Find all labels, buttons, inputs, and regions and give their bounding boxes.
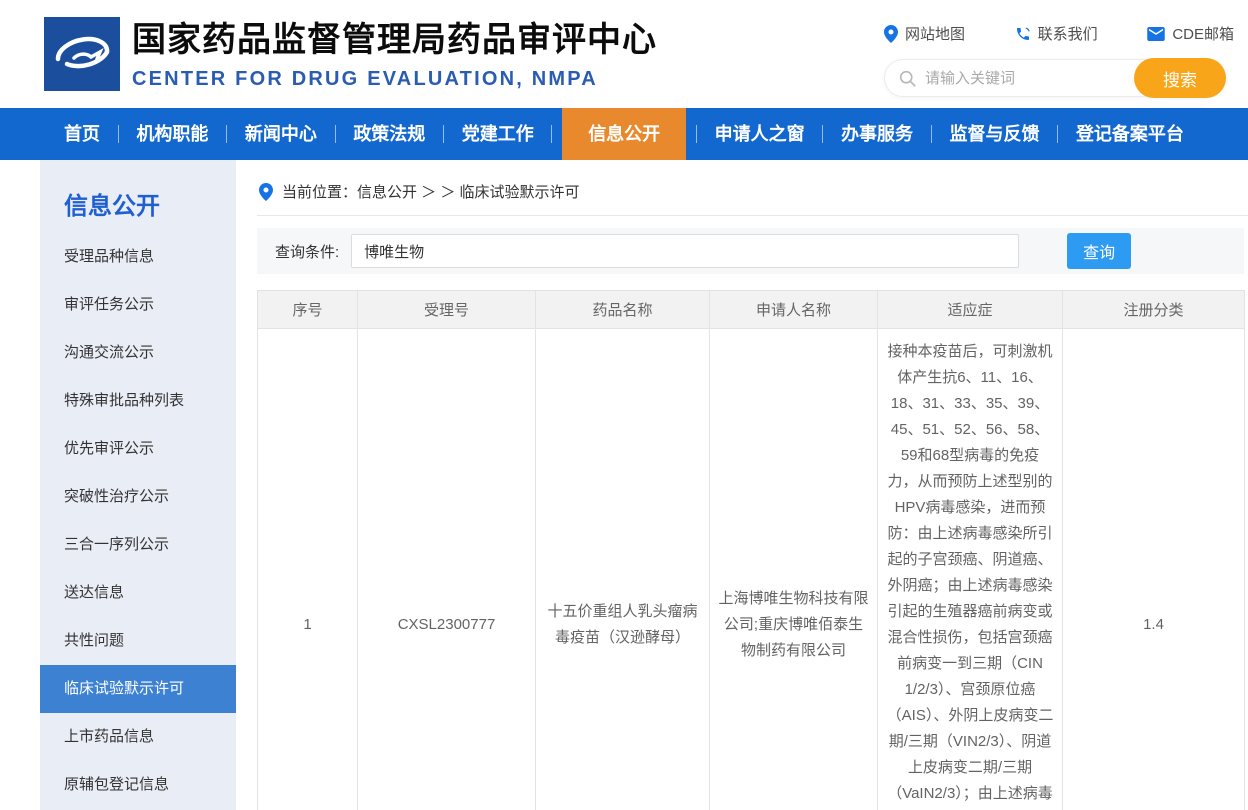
nav-item-policies[interactable]: 政策法规 bbox=[345, 108, 433, 160]
sidebar-item-accepted-varieties[interactable]: 受理品种信息 bbox=[40, 233, 236, 281]
cde-logo bbox=[44, 17, 120, 91]
mailbox-link[interactable]: CDE邮箱 bbox=[1147, 23, 1234, 44]
col-header-registration-class: 注册分类 bbox=[1063, 291, 1245, 329]
nav-divider bbox=[931, 125, 932, 143]
col-header-indication: 适应症 bbox=[878, 291, 1063, 329]
nav-divider bbox=[1057, 125, 1058, 143]
results-table: 序号 受理号 药品名称 申请人名称 适应症 注册分类 1 CXSL2300777… bbox=[257, 290, 1245, 810]
sidebar-item-marketed-drugs[interactable]: 上市药品信息 bbox=[40, 713, 236, 761]
sidebar-title: 信息公开 bbox=[40, 160, 236, 233]
table-row: 1 CXSL2300777 十五价重组人乳头瘤病毒疫苗（汉逊酵母） 上海博唯生物… bbox=[258, 329, 1245, 810]
sidebar-item-priority-review[interactable]: 优先审评公示 bbox=[40, 425, 236, 473]
cell-acceptance-no: CXSL2300777 bbox=[358, 329, 536, 810]
query-bar: 查询条件: 查询 bbox=[257, 228, 1244, 274]
col-header-applicant: 申请人名称 bbox=[710, 291, 878, 329]
query-input[interactable] bbox=[351, 234, 1019, 268]
nav-divider bbox=[822, 125, 823, 143]
location-pin-icon bbox=[259, 183, 273, 201]
search-button[interactable]: 搜索 bbox=[1134, 58, 1226, 98]
site-title-cn: 国家药品监督管理局药品审评中心 bbox=[132, 12, 657, 61]
cell-applicant: 上海博唯生物科技有限公司;重庆博唯佰泰生物制药有限公司 bbox=[710, 329, 878, 810]
sidebar: 信息公开 受理品种信息 审评任务公示 沟通交流公示 特殊审批品种列表 优先审评公… bbox=[40, 160, 236, 810]
nav-divider bbox=[226, 125, 227, 143]
nav-item-info-disclosure[interactable]: 信息公开 bbox=[562, 108, 686, 160]
sidebar-item-excipient-registration[interactable]: 原辅包登记信息 bbox=[40, 761, 236, 809]
sidebar-item-review-tasks[interactable]: 审评任务公示 bbox=[40, 281, 236, 329]
query-label: 查询条件: bbox=[275, 241, 339, 262]
table-header-row: 序号 受理号 药品名称 申请人名称 适应症 注册分类 bbox=[258, 291, 1245, 329]
cell-indication: 接种本疫苗后，可刺激机体产生抗6、11、16、18、31、33、35、39、45… bbox=[878, 329, 1063, 810]
nav-item-party[interactable]: 党建工作 bbox=[454, 108, 542, 160]
nav-divider bbox=[443, 125, 444, 143]
nav-item-registration-platform[interactable]: 登记备案平台 bbox=[1068, 108, 1192, 160]
nav-item-home[interactable]: 首页 bbox=[56, 108, 108, 160]
phone-icon bbox=[1015, 26, 1031, 42]
sidebar-item-communication[interactable]: 沟通交流公示 bbox=[40, 329, 236, 377]
query-button[interactable]: 查询 bbox=[1067, 233, 1131, 269]
search-input[interactable] bbox=[916, 70, 1135, 87]
nav-item-news[interactable]: 新闻中心 bbox=[237, 108, 325, 160]
sidebar-item-three-in-one[interactable]: 三合一序列公示 bbox=[40, 521, 236, 569]
cell-registration-class: 1.4 bbox=[1063, 329, 1245, 810]
nav-item-applicant-window[interactable]: 申请人之窗 bbox=[707, 108, 813, 160]
sidebar-item-special-approval[interactable]: 特殊审批品种列表 bbox=[40, 377, 236, 425]
col-header-index: 序号 bbox=[258, 291, 358, 329]
cell-index: 1 bbox=[258, 329, 358, 810]
mailbox-label: CDE邮箱 bbox=[1172, 23, 1234, 44]
sidebar-item-common-issues[interactable]: 共性问题 bbox=[40, 617, 236, 665]
col-header-acceptance-no: 受理号 bbox=[358, 291, 536, 329]
site-title-en: CENTER FOR DRUG EVALUATION, NMPA bbox=[132, 68, 657, 91]
quick-links: 网站地图 联系我们 CDE邮箱 bbox=[884, 23, 1234, 44]
nav-divider bbox=[551, 125, 552, 143]
search-icon bbox=[899, 70, 916, 87]
cell-drug-name: 十五价重组人乳头瘤病毒疫苗（汉逊酵母） bbox=[536, 329, 710, 810]
mail-icon bbox=[1147, 27, 1165, 41]
contact-link[interactable]: 联系我们 bbox=[1015, 23, 1098, 44]
location-pin-icon bbox=[884, 25, 898, 43]
main-nav: 首页 机构职能 新闻中心 政策法规 党建工作 信息公开 申请人之窗 办事服务 监… bbox=[0, 108, 1248, 160]
sitemap-link[interactable]: 网站地图 bbox=[884, 23, 965, 44]
breadcrumb: 当前位置：信息公开 ＞ ＞ 临床试验默示许可 bbox=[257, 160, 1248, 216]
nav-item-functions[interactable]: 机构职能 bbox=[128, 108, 216, 160]
sidebar-item-clinical-trial-implied-license[interactable]: 临床试验默示许可 bbox=[40, 665, 236, 713]
sidebar-item-breakthrough-therapy[interactable]: 突破性治疗公示 bbox=[40, 473, 236, 521]
contact-label: 联系我们 bbox=[1038, 23, 1098, 44]
nav-divider bbox=[696, 125, 697, 143]
nav-item-services[interactable]: 办事服务 bbox=[833, 108, 921, 160]
col-header-drug-name: 药品名称 bbox=[536, 291, 710, 329]
nav-divider bbox=[118, 125, 119, 143]
sitemap-label: 网站地图 bbox=[905, 23, 965, 44]
nav-divider bbox=[335, 125, 336, 143]
nav-item-supervision[interactable]: 监督与反馈 bbox=[942, 108, 1048, 160]
site-header: 国家药品监督管理局药品审评中心 CENTER FOR DRUG EVALUATI… bbox=[0, 0, 1248, 108]
sidebar-item-delivery-info[interactable]: 送达信息 bbox=[40, 569, 236, 617]
breadcrumb-text: 当前位置：信息公开 ＞ ＞ 临床试验默示许可 bbox=[282, 181, 580, 202]
header-search: 搜索 bbox=[884, 59, 1226, 97]
